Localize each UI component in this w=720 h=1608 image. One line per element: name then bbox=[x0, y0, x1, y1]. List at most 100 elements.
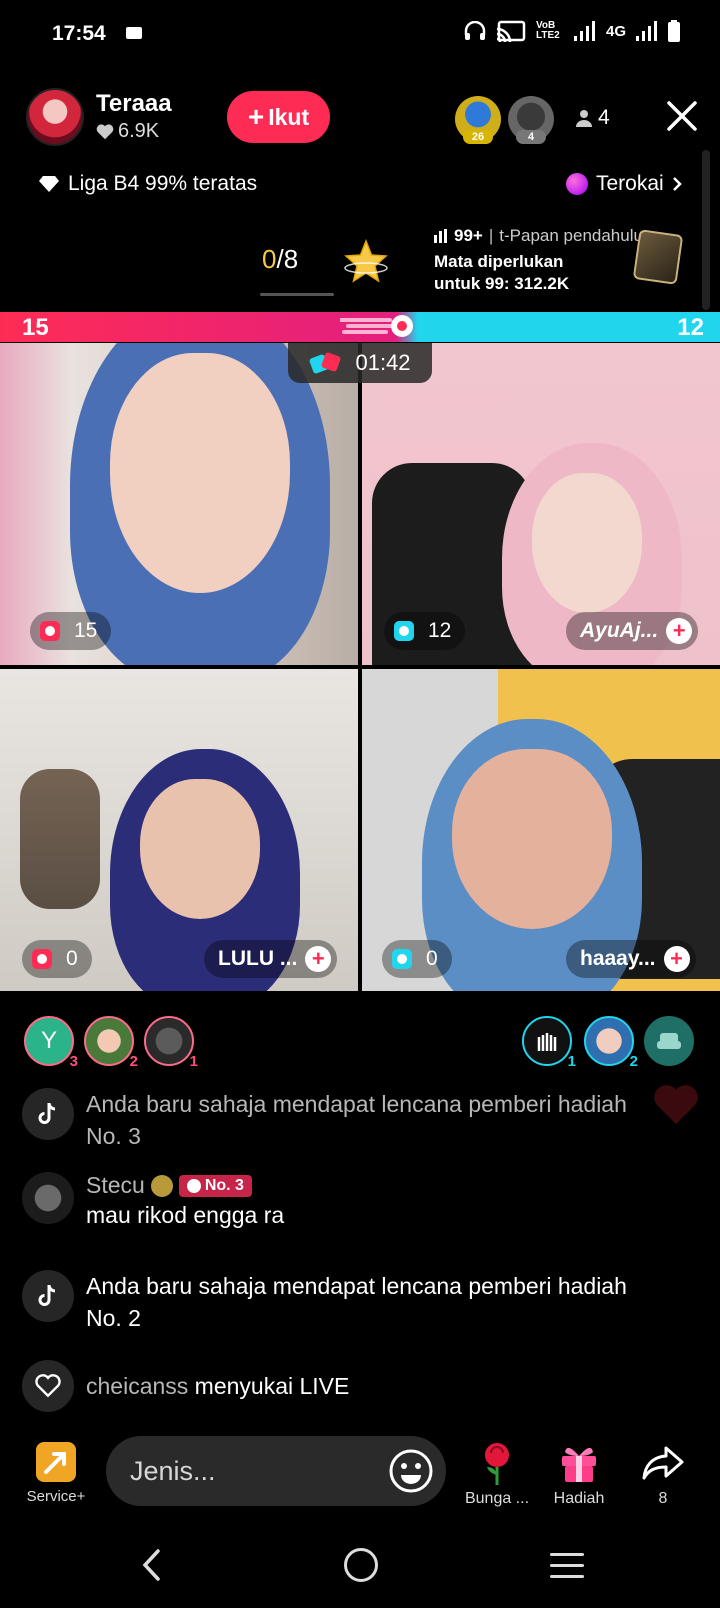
bell-icon bbox=[394, 621, 414, 641]
host-likes: 6.9K bbox=[96, 120, 159, 143]
gift-icon bbox=[562, 1447, 596, 1482]
follow-label: Ikut bbox=[268, 103, 310, 130]
gift-button[interactable]: Hadiah bbox=[540, 1440, 618, 1508]
guest-name-follow[interactable]: LULU ... + bbox=[204, 940, 338, 978]
tile-score[interactable]: 0 bbox=[382, 940, 452, 978]
explore-link[interactable]: Terokai bbox=[566, 172, 682, 196]
close-icon[interactable] bbox=[664, 98, 700, 134]
dried-flowers bbox=[20, 769, 100, 909]
comment-text: Anda baru sahaja mendapat lencana pember… bbox=[86, 1273, 627, 1331]
tile-score[interactable]: 15 bbox=[30, 612, 112, 650]
viewer-count[interactable]: 4 bbox=[576, 106, 610, 130]
comment-username[interactable]: cheicanss bbox=[86, 1373, 188, 1399]
right-gifter-avatar[interactable]: 1 bbox=[522, 1016, 576, 1070]
points-needed-value: untuk 99: 312.2K bbox=[434, 274, 570, 293]
battle-timer: 01:42 bbox=[288, 343, 432, 383]
home-icon[interactable] bbox=[344, 1548, 378, 1582]
status-bar: 17:54 VoB LTE2 4G bbox=[0, 0, 720, 70]
chevron-right-icon bbox=[672, 177, 682, 191]
top-viewer-avatar[interactable]: 4 bbox=[508, 96, 554, 144]
comment-item: cheicanss menyukai LIVE bbox=[22, 1360, 662, 1412]
right-team-score: 12 bbox=[677, 314, 704, 341]
diamond-icon bbox=[39, 176, 59, 192]
headphones-icon bbox=[464, 21, 486, 40]
volte-label: VoB LTE2 bbox=[535, 20, 560, 41]
comment-username[interactable]: Stecu bbox=[86, 1172, 145, 1199]
comment-item[interactable]: Stecu No. 3 mau rikod engga ra bbox=[22, 1172, 662, 1231]
top-viewer-avatar[interactable]: 26 bbox=[455, 96, 501, 144]
signal-icon bbox=[636, 21, 657, 41]
status-icons: VoB LTE2 4G bbox=[464, 20, 680, 42]
clock: 17:54 bbox=[52, 22, 106, 45]
bell-icon bbox=[186, 1178, 201, 1193]
comment-text: Anda baru sahaja mendapat lencana pember… bbox=[86, 1091, 627, 1149]
service-icon bbox=[36, 1442, 76, 1482]
emoji-icon[interactable] bbox=[388, 1448, 434, 1494]
video-face bbox=[452, 749, 612, 929]
battery-icon bbox=[668, 20, 680, 42]
right-gifter-avatar[interactable] bbox=[644, 1016, 694, 1066]
comment-user-row: Stecu No. 3 bbox=[86, 1172, 284, 1199]
bell-icon bbox=[40, 621, 60, 641]
rose-icon bbox=[485, 1443, 509, 1485]
league-label: Liga B4 99% teratas bbox=[68, 172, 258, 195]
goal-progress[interactable]: 0/8 bbox=[262, 244, 298, 275]
coin-icon bbox=[150, 1174, 173, 1197]
video-face bbox=[110, 353, 290, 593]
battle-icon bbox=[310, 352, 341, 374]
plus-icon[interactable]: + bbox=[663, 946, 690, 972]
left-gifter-avatar[interactable]: 2 bbox=[84, 1016, 138, 1070]
seat-icon bbox=[657, 1033, 681, 1049]
user-avatar[interactable] bbox=[22, 1172, 74, 1224]
ranking-line[interactable]: 99+ | t-Papan pendahulu bbox=[434, 226, 643, 246]
scrollbar[interactable] bbox=[702, 150, 710, 310]
heart-icon bbox=[96, 123, 114, 139]
guest-name-follow[interactable]: haaay... + bbox=[566, 940, 696, 978]
left-gifter-avatar[interactable]: 1 bbox=[144, 1016, 198, 1070]
comment-item: Anda baru sahaja mendapat lencana pember… bbox=[22, 1270, 662, 1334]
tiktok-icon bbox=[22, 1088, 74, 1140]
network-4g-label: 4G bbox=[605, 22, 626, 40]
tile-score[interactable]: 12 bbox=[384, 612, 466, 650]
guest-name-follow[interactable]: AyuAj... + bbox=[566, 612, 699, 650]
gifter-rank-badge: No. 3 bbox=[178, 1174, 252, 1197]
goal-indicator bbox=[260, 293, 334, 296]
explore-label: Terokai bbox=[596, 172, 664, 195]
comment-text: cheicanss menyukai LIVE bbox=[86, 1373, 350, 1399]
back-icon[interactable] bbox=[140, 1548, 164, 1582]
signal-icon bbox=[573, 21, 595, 41]
left-gifter-avatar[interactable]: Y 3 bbox=[24, 1016, 78, 1070]
viewer-level-badge: 26 bbox=[463, 130, 493, 144]
menu-icon[interactable] bbox=[550, 1553, 584, 1586]
video-face bbox=[532, 473, 642, 613]
bell-icon bbox=[32, 949, 52, 969]
plus-icon[interactable]: + bbox=[666, 618, 693, 644]
right-gifter-avatar[interactable]: 2 bbox=[584, 1016, 638, 1070]
ball-icon bbox=[566, 173, 588, 195]
left-team-score: 15 bbox=[22, 314, 49, 341]
plus-icon: + bbox=[247, 101, 265, 132]
viewer-level-badge: 4 bbox=[516, 130, 546, 144]
rose-gift-button[interactable]: Bunga ... bbox=[458, 1440, 536, 1508]
host-avatar[interactable] bbox=[26, 88, 84, 146]
star-icon[interactable] bbox=[343, 238, 389, 284]
video-face bbox=[140, 779, 260, 919]
share-button[interactable]: 8 bbox=[624, 1440, 702, 1508]
heart-outline-icon bbox=[22, 1360, 74, 1412]
league-badge[interactable]: Liga B4 99% teratas bbox=[38, 172, 257, 196]
bell-icon bbox=[392, 949, 412, 969]
person-icon bbox=[576, 110, 592, 127]
follow-button[interactable]: + Ikut bbox=[227, 91, 330, 143]
tiktok-icon bbox=[22, 1270, 74, 1322]
cast-icon bbox=[496, 20, 526, 42]
comment-input[interactable]: Jenis... bbox=[106, 1436, 446, 1506]
comment-text: mau rikod engga ra bbox=[86, 1202, 285, 1228]
comment-item: Anda baru sahaja mendapat lencana pember… bbox=[22, 1088, 662, 1152]
plus-icon[interactable]: + bbox=[305, 946, 332, 972]
group-icon bbox=[537, 1033, 557, 1051]
battle-divider-icon bbox=[340, 315, 413, 337]
rank-card-icon[interactable] bbox=[632, 229, 684, 285]
host-name[interactable]: Teraaa bbox=[96, 90, 172, 118]
service-button[interactable]: Service+ bbox=[20, 1442, 92, 1505]
tile-score[interactable]: 0 bbox=[22, 940, 92, 978]
